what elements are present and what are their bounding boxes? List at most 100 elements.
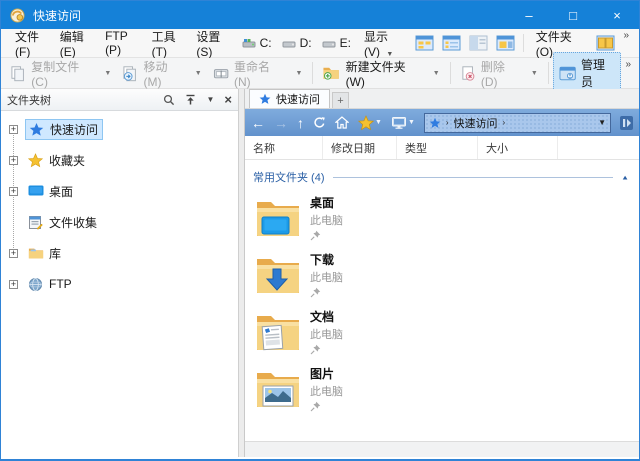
delete-label: 删除(D) [481, 58, 520, 89]
sidebar-dropdown-button[interactable]: ▼ [206, 95, 214, 104]
move-icon [122, 65, 138, 82]
menubar: 文件(F) 编辑(E) FTP (P) 工具(T) 设置(S) C: D: E:… [1, 29, 639, 58]
new-folder-button[interactable]: 新建文件夹(W) [317, 55, 426, 92]
toolbar-overflow-button[interactable]: » [621, 58, 635, 71]
group-header[interactable]: 常用文件夹 (4) ▲ [253, 169, 629, 185]
expand-icon[interactable]: + [9, 249, 18, 258]
sidebar-collapse-top-button[interactable] [185, 94, 196, 106]
move-button[interactable]: 移动(M) [117, 55, 189, 92]
column-filler [558, 136, 639, 159]
back-button[interactable]: ← [251, 116, 265, 130]
copy-files-button[interactable]: 复制文件(C) [5, 55, 98, 92]
file-item-pictures[interactable]: 图片 此电脑 [245, 360, 485, 417]
column-name[interactable]: 名称 [245, 136, 323, 159]
refresh-button[interactable] [313, 116, 326, 129]
group-label: 常用文件夹 (4) [253, 169, 325, 185]
view-large-icons-button[interactable] [411, 33, 438, 53]
column-size[interactable]: 大小 [478, 136, 558, 159]
rename-label: 重命名(N) [234, 58, 284, 89]
sidebar-item-desktop[interactable]: + 桌面 [5, 181, 238, 201]
admin-icon [559, 66, 576, 81]
breadcrumb-star-icon [429, 117, 441, 129]
dual-pane-icon [596, 35, 615, 51]
new-tab-button[interactable]: + [332, 92, 349, 108]
sidebar-title: 文件夹树 [7, 92, 51, 108]
file-name: 桌面 [310, 194, 343, 211]
admin-button[interactable]: 管理员 [553, 52, 622, 94]
forward-button[interactable]: → [274, 116, 288, 130]
drive-e-icon [322, 38, 336, 48]
new-folder-label: 新建文件夹(W) [346, 58, 422, 89]
view-details-button[interactable] [438, 33, 465, 53]
sidebar-item-favorites[interactable]: + 收藏夹 [5, 150, 238, 170]
move-dropdown[interactable]: ▼ [189, 67, 208, 80]
file-name: 图片 [310, 365, 343, 382]
copy-files-label: 复制文件(C) [31, 58, 93, 89]
expand-icon[interactable]: + [9, 125, 18, 134]
breadcrumb-segment[interactable]: 快速访问 [454, 115, 498, 131]
sidebar: 文件夹树 ▼ × + 快速访问 [1, 89, 239, 457]
drive-d-icon [282, 38, 296, 48]
collapse-group-icon[interactable]: ▲ [621, 173, 629, 180]
drive-e-button[interactable]: E: [317, 33, 356, 53]
drive-e-label: E: [340, 36, 351, 50]
view-tiles-icon [496, 35, 515, 51]
tab-quick-access[interactable]: 快速访问 [249, 89, 330, 108]
horizontal-scrollbar[interactable] [245, 441, 639, 457]
pin-icon [310, 400, 343, 412]
home-button[interactable] [335, 116, 349, 129]
new-folder-dropdown[interactable]: ▼ [427, 67, 446, 80]
expand-icon[interactable]: + [9, 187, 18, 196]
sidebar-item-file-collection[interactable]: 文件收集 [5, 212, 238, 232]
delete-dropdown[interactable]: ▼ [525, 67, 544, 80]
drive-c-button[interactable]: C: [237, 33, 277, 53]
admin-label: 管理员 [581, 56, 615, 90]
view-tiles-button[interactable] [492, 33, 519, 53]
downloads-folder-icon [255, 255, 301, 295]
menubar-overflow-button[interactable]: » [619, 29, 633, 42]
sidebar-item-label: 收藏夹 [49, 152, 85, 169]
favorites-button[interactable]: ▼ [358, 115, 382, 131]
sidebar-item-label: 桌面 [49, 183, 73, 200]
column-type[interactable]: 类型 [397, 136, 478, 159]
sidebar-item-libraries[interactable]: + 库 [5, 243, 238, 263]
copy-dropdown[interactable]: ▼ [98, 67, 117, 80]
close-button[interactable]: × [595, 1, 639, 29]
rename-dropdown[interactable]: ▼ [289, 67, 308, 80]
file-item-desktop[interactable]: 桌面 此电脑 [245, 189, 485, 246]
view-list-icon [469, 35, 488, 51]
expand-icon[interactable]: + [9, 280, 18, 289]
sidebar-item-quick-access[interactable]: + 快速访问 [5, 119, 238, 139]
file-location: 此电脑 [310, 326, 343, 342]
address-bar: ← → ↑ ▼ ▼ › 快速访问 › ▼ [245, 109, 639, 136]
column-date-modified[interactable]: 修改日期 [323, 136, 397, 159]
breadcrumb[interactable]: › 快速访问 › ▼ [424, 113, 611, 133]
expand-icon[interactable]: + [9, 156, 18, 165]
up-button[interactable]: ↑ [297, 116, 304, 130]
breadcrumb-dropdown[interactable]: ▼ [598, 118, 606, 127]
computer-button[interactable]: ▼ [391, 116, 415, 130]
view-list-button[interactable] [465, 33, 492, 53]
sidebar-item-ftp[interactable]: + FTP [5, 274, 238, 294]
tab-label: 快速访问 [276, 91, 320, 107]
file-name: 文档 [310, 308, 343, 325]
drive-d-button[interactable]: D: [277, 33, 317, 53]
sidebar-search-button[interactable] [163, 94, 175, 106]
sidebar-close-button[interactable]: × [224, 92, 232, 107]
window-title: 快速访问 [33, 7, 81, 24]
dual-pane-button[interactable] [592, 33, 619, 53]
rename-button[interactable]: 重命名(N) [208, 55, 290, 92]
toolbar: 复制文件(C) ▼ 移动(M) ▼ 重命名(N) ▼ 新建文件夹(W) ▼ 删除… [1, 58, 639, 89]
chevron-down-icon: ▼ [408, 119, 415, 126]
pin-icon [310, 229, 343, 241]
history-pane-button[interactable] [620, 116, 633, 130]
file-item-documents[interactable]: 文档 此电脑 [245, 303, 485, 360]
desktop-icon [27, 183, 44, 199]
file-location: 此电脑 [310, 269, 343, 285]
tab-star-icon [259, 93, 271, 105]
app-window: 快速访问 – □ × 文件(F) 编辑(E) FTP (P) 工具(T) 设置(… [0, 0, 640, 461]
delete-button[interactable]: 删除(D) [455, 55, 525, 92]
search-icon [163, 94, 175, 106]
file-location: 此电脑 [310, 383, 343, 399]
file-item-downloads[interactable]: 下载 此电脑 [245, 246, 485, 303]
